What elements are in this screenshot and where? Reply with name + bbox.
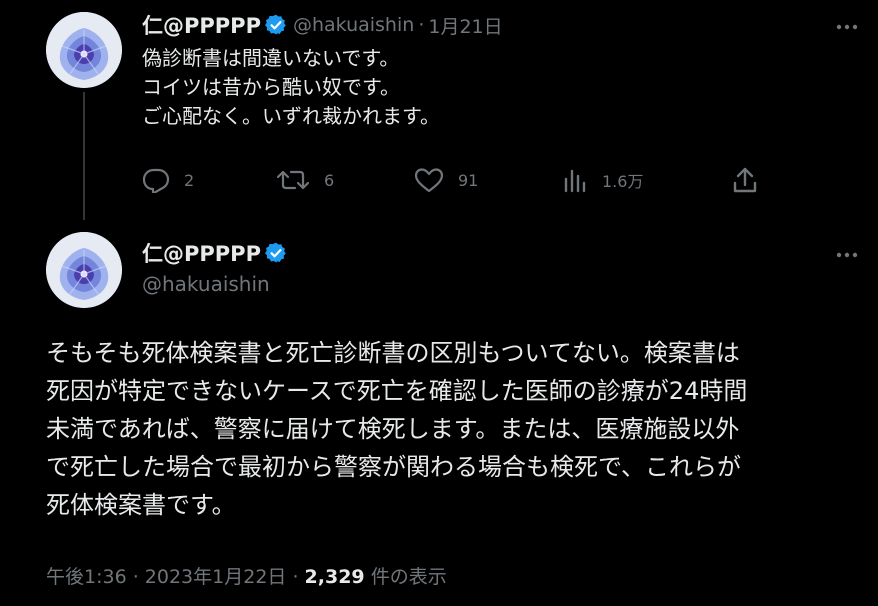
verified-badge-icon (265, 14, 287, 36)
display-name[interactable]: 仁@PPPPP (142, 10, 261, 40)
like-button[interactable]: 91 (414, 164, 478, 196)
views-button[interactable]: 1.6万 (562, 164, 643, 196)
views-icon (562, 167, 588, 193)
tweet-text-line: 死因が特定できないケースで死亡を確認した医師の診療が24時間 (46, 377, 748, 405)
reply-button[interactable]: 2 (142, 164, 194, 196)
tweet-text-line: 死体検案書です。 (46, 491, 236, 519)
more-icon (836, 24, 858, 30)
meta-separator: · (286, 566, 305, 588)
handle[interactable]: @hakuaishin (293, 14, 414, 36)
more-options-button[interactable] (832, 240, 862, 270)
avatar[interactable] (46, 232, 122, 308)
tweet-text-line: そもそも死体検案書と死亡診断書の区別もついてない。検案書は (46, 339, 740, 367)
meta-separator: · (126, 566, 145, 588)
retweet-icon (276, 167, 310, 193)
tweet1-header: 仁@PPPPP @hakuaishin · 1月21日 (142, 10, 503, 40)
more-options-button[interactable] (832, 12, 862, 42)
like-icon (414, 167, 444, 193)
retweet-count: 6 (324, 170, 335, 190)
tweet1-text: 偽診断書は間違いないです。 コイツは昔から酷い奴です。 ご心配なく。いずれ裁かれ… (142, 44, 440, 131)
dot-separator: · (418, 14, 425, 36)
views-count: 2,329 (304, 566, 365, 588)
tweet2-text: そもそも死体検案書と死亡診断書の区別もついてない。検案書は 死因が特定できないケ… (46, 334, 866, 524)
tweet-meta: 午後1:36 · 2023年1月22日 · 2,329 件の表示 (46, 562, 447, 589)
avatar[interactable] (46, 12, 122, 88)
retweet-button[interactable]: 6 (276, 164, 334, 196)
tweet-text-line: で死亡した場合で最初から警察が関わる場合も検死で、これらが (46, 453, 742, 481)
tweet1-action-bar: 2 6 91 1.6万 (142, 164, 782, 196)
tweet-date[interactable]: 1月21日 (428, 12, 502, 39)
like-count: 91 (458, 170, 479, 190)
views-label: 件の表示 (370, 566, 447, 588)
share-button[interactable] (732, 164, 758, 196)
handle[interactable]: @hakuaishin (142, 272, 270, 296)
tweet2-header: 仁@PPPPP (142, 238, 287, 268)
display-name[interactable]: 仁@PPPPP (142, 238, 261, 268)
tweet-text-line: コイツは昔から酷い奴です。 (142, 75, 400, 99)
more-icon (836, 252, 858, 258)
share-icon (732, 166, 758, 194)
reply-icon (142, 167, 170, 193)
verified-badge-icon (265, 242, 287, 264)
tweet-text-line: ご心配なく。いずれ裁かれます。 (142, 104, 440, 128)
thread-connector-line (83, 92, 85, 220)
views-count: 1.6万 (602, 172, 644, 191)
tweet-text-line: 未満であれば、警察に届けて検死します。または、医療施設以外 (46, 415, 740, 443)
tweet-time[interactable]: 午後1:36 (46, 566, 127, 588)
tweet-text-line: 偽診断書は間違いないです。 (142, 46, 400, 70)
reply-count: 2 (184, 170, 195, 190)
tweet-date[interactable]: 2023年1月22日 (145, 566, 287, 588)
